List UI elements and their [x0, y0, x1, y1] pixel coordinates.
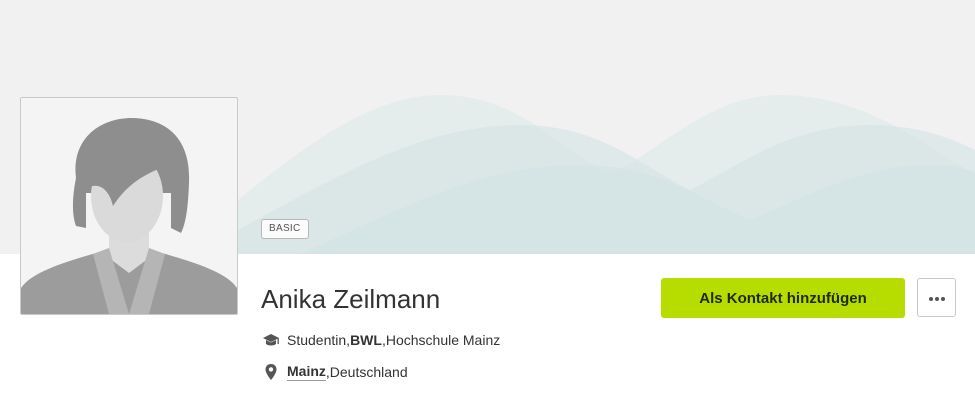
- more-dots-icon: [928, 290, 946, 305]
- membership-badge: BASIC: [261, 219, 309, 239]
- education-field: BWL: [350, 332, 382, 348]
- location-country: Deutschland: [329, 364, 408, 380]
- profile-avatar[interactable]: [20, 97, 238, 315]
- more-options-button[interactable]: [917, 278, 956, 317]
- add-contact-button[interactable]: Als Kontakt hinzufügen: [661, 278, 905, 318]
- location-info: Mainz, Deutschland: [262, 362, 408, 382]
- profile-name: Anika Zeilmann: [261, 284, 441, 314]
- education-institution: Hochschule Mainz: [385, 332, 501, 348]
- graduation-cap-icon: [262, 331, 280, 349]
- education-role: Studentin: [287, 332, 347, 348]
- location-pin-icon: [262, 363, 280, 381]
- avatar-placeholder-icon: [21, 98, 237, 314]
- education-info: Studentin, BWL, Hochschule Mainz: [262, 330, 500, 350]
- location-city-link[interactable]: Mainz: [287, 363, 326, 381]
